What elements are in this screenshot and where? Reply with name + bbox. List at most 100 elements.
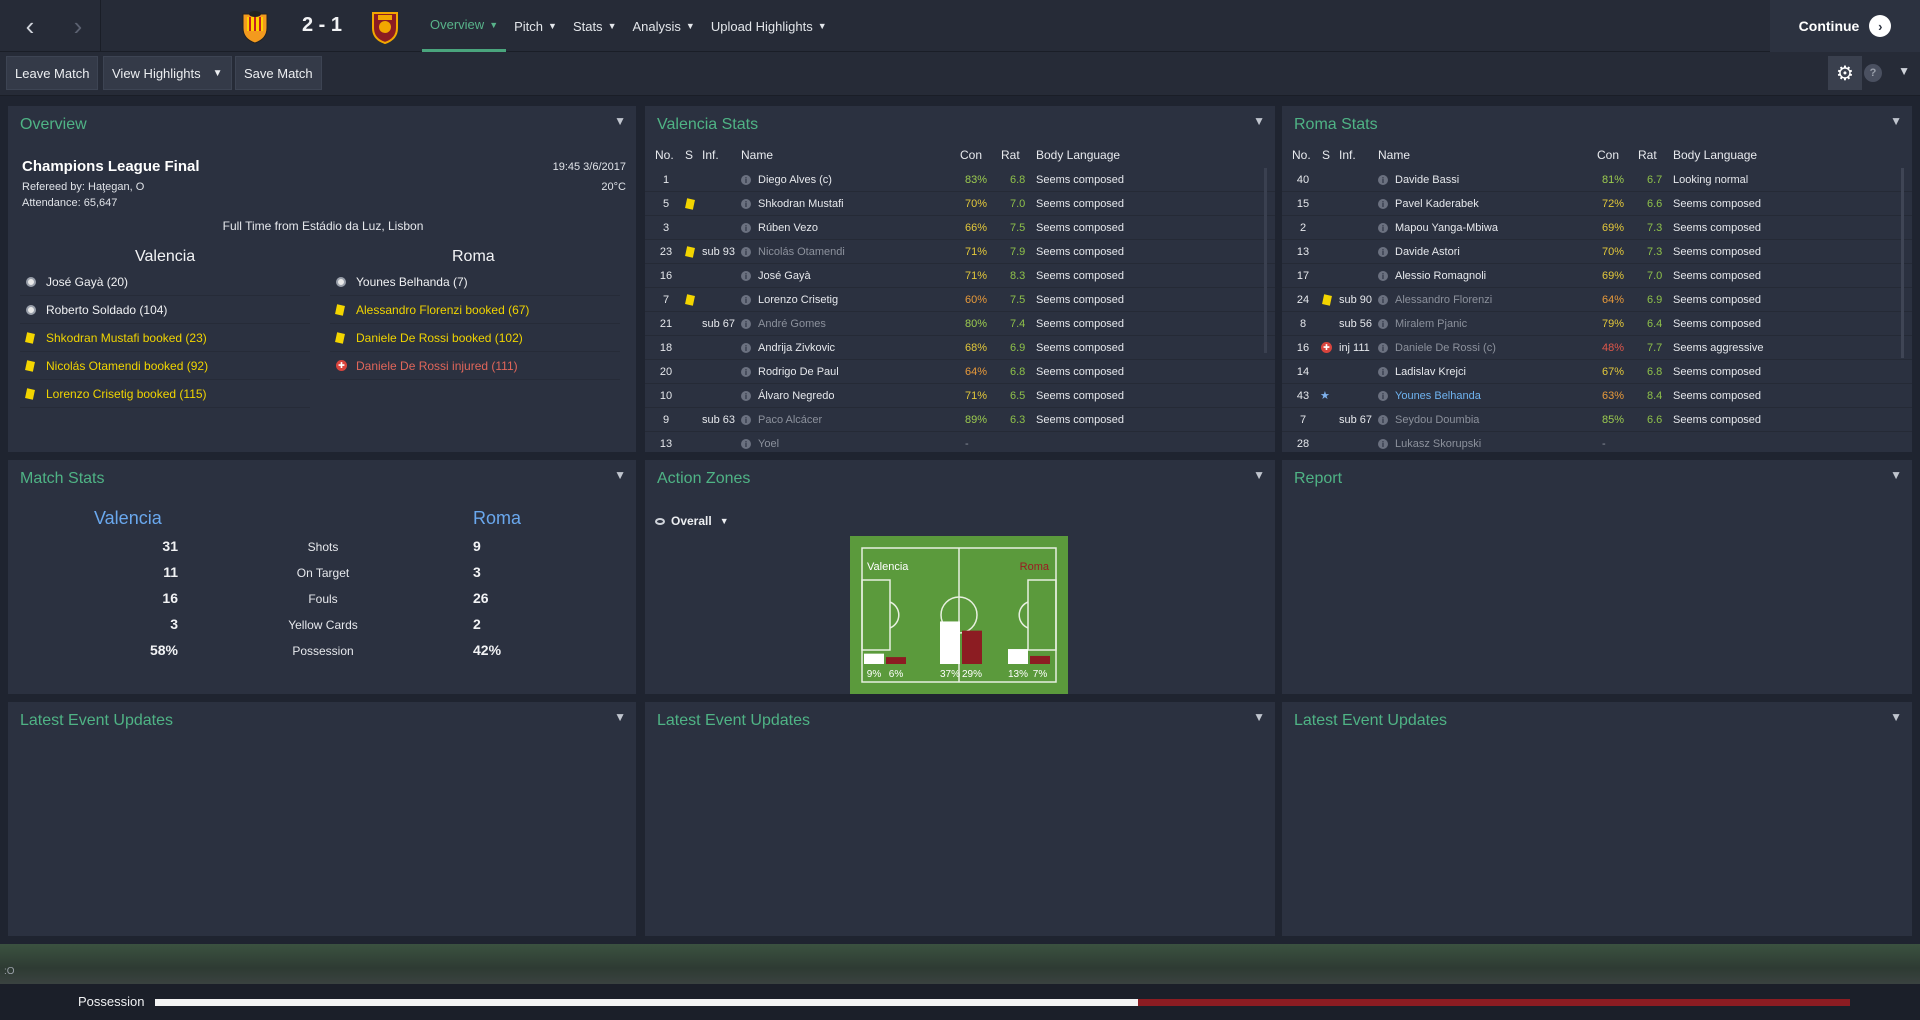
player-name[interactable]: Mapou Yanga-Mbiwa: [1395, 222, 1498, 234]
table-row[interactable]: 28 i Lukasz Skorupski -: [1282, 432, 1912, 452]
scrollbar[interactable]: [1901, 168, 1904, 358]
event-goal[interactable]: Younes Belhanda (7): [330, 268, 620, 296]
player-name[interactable]: Álvaro Negredo: [758, 390, 834, 402]
info-icon[interactable]: i: [741, 343, 751, 353]
col-status[interactable]: S: [685, 148, 693, 162]
col-no[interactable]: No.: [655, 148, 674, 162]
info-icon[interactable]: i: [1378, 439, 1388, 449]
table-row[interactable]: 3 i Rúben Vezo 66% 7.5 Seems composed: [645, 216, 1275, 240]
table-row[interactable]: 5 i Shkodran Mustafi 70% 7.0 Seems composed: [645, 192, 1275, 216]
info-icon[interactable]: i: [1378, 247, 1388, 257]
player-name[interactable]: Paco Alcácer: [758, 414, 822, 426]
player-name[interactable]: José Gayà: [758, 270, 811, 282]
player-name[interactable]: Diego Alves (c): [758, 174, 832, 186]
info-icon[interactable]: i: [741, 439, 751, 449]
col-no[interactable]: No.: [1292, 148, 1311, 162]
table-row[interactable]: 13 i Davide Astori 70% 7.3 Seems composed: [1282, 240, 1912, 264]
player-name[interactable]: Nicolás Otamendi: [758, 246, 845, 258]
player-name[interactable]: Andrija Zivkovic: [758, 342, 835, 354]
col-rating[interactable]: Rat: [1638, 148, 1657, 162]
event-booking[interactable]: Shkodran Mustafi booked (23): [20, 324, 310, 352]
table-row[interactable]: 8 sub 56 i Miralem Pjanic 79% 6.4 Seems compos…: [1282, 312, 1912, 336]
collapse-icon[interactable]: ▼: [614, 114, 626, 128]
col-status[interactable]: S: [1322, 148, 1330, 162]
scrollbar[interactable]: [1264, 168, 1267, 353]
info-icon[interactable]: i: [1378, 271, 1388, 281]
col-info[interactable]: Inf.: [1339, 148, 1356, 162]
col-body-language[interactable]: Body Language: [1036, 148, 1120, 162]
table-row[interactable]: 9 sub 63 i Paco Alcácer 89% 6.3 Seems composed: [645, 408, 1275, 432]
collapse-icon[interactable]: ▼: [1253, 468, 1265, 482]
collapse-icon[interactable]: ▼: [614, 710, 626, 724]
info-icon[interactable]: i: [1378, 343, 1388, 353]
table-row[interactable]: 7 sub 67 i Seydou Doumbia 85% 6.6 Seems compos…: [1282, 408, 1912, 432]
collapse-icon[interactable]: ▼: [1890, 710, 1902, 724]
player-name[interactable]: Lorenzo Crisetig: [758, 294, 838, 306]
info-icon[interactable]: i: [741, 223, 751, 233]
info-icon[interactable]: i: [1378, 295, 1388, 305]
event-booking[interactable]: Lorenzo Crisetig booked (115): [20, 380, 310, 408]
save-match-button[interactable]: Save Match: [235, 56, 322, 90]
tab-analysis[interactable]: Analysis ▼: [624, 0, 702, 52]
help-icon[interactable]: ?: [1864, 64, 1882, 82]
info-icon[interactable]: i: [1378, 223, 1388, 233]
player-name[interactable]: Davide Bassi: [1395, 174, 1459, 186]
table-row[interactable]: 15 i Pavel Kaderabek 72% 6.6 Seems composed: [1282, 192, 1912, 216]
col-name[interactable]: Name: [1378, 148, 1410, 162]
tab-stats[interactable]: Stats ▼: [565, 0, 625, 52]
player-name[interactable]: Alessio Romagnoli: [1395, 270, 1486, 282]
info-icon[interactable]: i: [1378, 391, 1388, 401]
event-goal[interactable]: Roberto Soldado (104): [20, 296, 310, 324]
forward-arrow-icon[interactable]: ›: [58, 8, 98, 44]
collapse-icon[interactable]: ▼: [614, 468, 626, 482]
event-booking[interactable]: Daniele De Rossi booked (102): [330, 324, 620, 352]
player-name[interactable]: Rúben Vezo: [758, 222, 818, 234]
table-row[interactable]: 13 i Yoel -: [645, 432, 1275, 452]
gear-icon[interactable]: ⚙: [1828, 56, 1862, 90]
zone-filter-dropdown[interactable]: Overall ▼: [655, 510, 729, 532]
info-icon[interactable]: i: [741, 199, 751, 209]
table-row[interactable]: 43 ★ i Younes Belhanda 63% 8.4 Seems composed: [1282, 384, 1912, 408]
player-name[interactable]: Pavel Kaderabek: [1395, 198, 1479, 210]
col-condition[interactable]: Con: [960, 148, 982, 162]
leave-match-button[interactable]: Leave Match: [6, 56, 99, 90]
table-row[interactable]: 1 i Diego Alves (c) 83% 6.8 Seems composed: [645, 168, 1275, 192]
player-name[interactable]: Ladislav Krejci: [1395, 366, 1466, 378]
collapse-icon[interactable]: ▼: [1253, 710, 1265, 724]
info-icon[interactable]: i: [1378, 199, 1388, 209]
col-name[interactable]: Name: [741, 148, 773, 162]
player-name[interactable]: André Gomes: [758, 318, 826, 330]
event-injury[interactable]: ✚ Daniele De Rossi injured (111): [330, 352, 620, 380]
player-name[interactable]: Lukasz Skorupski: [1395, 438, 1481, 450]
player-name[interactable]: Shkodran Mustafi: [758, 198, 844, 210]
event-goal[interactable]: José Gayà (20): [20, 268, 310, 296]
col-condition[interactable]: Con: [1597, 148, 1619, 162]
player-name[interactable]: Yoel: [758, 438, 779, 450]
info-icon[interactable]: i: [741, 247, 751, 257]
info-icon[interactable]: i: [1378, 175, 1388, 185]
event-booking[interactable]: Nicolás Otamendi booked (92): [20, 352, 310, 380]
table-row[interactable]: 40 i Davide Bassi 81% 6.7 Looking normal: [1282, 168, 1912, 192]
player-name[interactable]: Seydou Doumbia: [1395, 414, 1479, 426]
info-icon[interactable]: i: [741, 295, 751, 305]
info-icon[interactable]: i: [1378, 415, 1388, 425]
event-booking[interactable]: Alessandro Florenzi booked (67): [330, 296, 620, 324]
table-row[interactable]: 2 i Mapou Yanga-Mbiwa 69% 7.3 Seems composed: [1282, 216, 1912, 240]
view-highlights-button[interactable]: View Highlights ▼: [103, 56, 232, 90]
collapse-icon[interactable]: ▼: [1253, 114, 1265, 128]
player-name[interactable]: Younes Belhanda: [1395, 390, 1481, 402]
tab-overview[interactable]: Overview ▼: [422, 0, 507, 52]
player-name[interactable]: Daniele De Rossi (c): [1395, 342, 1496, 354]
table-row[interactable]: 23 sub 93 i Nicolás Otamendi 71% 7.9 Seems com…: [645, 240, 1275, 264]
info-icon[interactable]: i: [1378, 319, 1388, 329]
info-icon[interactable]: i: [1378, 367, 1388, 377]
info-icon[interactable]: i: [741, 367, 751, 377]
table-row[interactable]: 24 sub 90 i Alessandro Florenzi 64% 6.9 Seems …: [1282, 288, 1912, 312]
tab-upload-highlights[interactable]: Upload Highlights ▼: [703, 0, 835, 52]
col-info[interactable]: Inf.: [702, 148, 719, 162]
table-row[interactable]: 18 i Andrija Zivkovic 68% 6.9 Seems composed: [645, 336, 1275, 360]
table-row[interactable]: 16 ✚ inj 111 i Daniele De Rossi (c) 48% 7.7 See…: [1282, 336, 1912, 360]
info-icon[interactable]: i: [741, 175, 751, 185]
col-rating[interactable]: Rat: [1001, 148, 1020, 162]
collapse-icon[interactable]: ▼: [1890, 468, 1902, 482]
